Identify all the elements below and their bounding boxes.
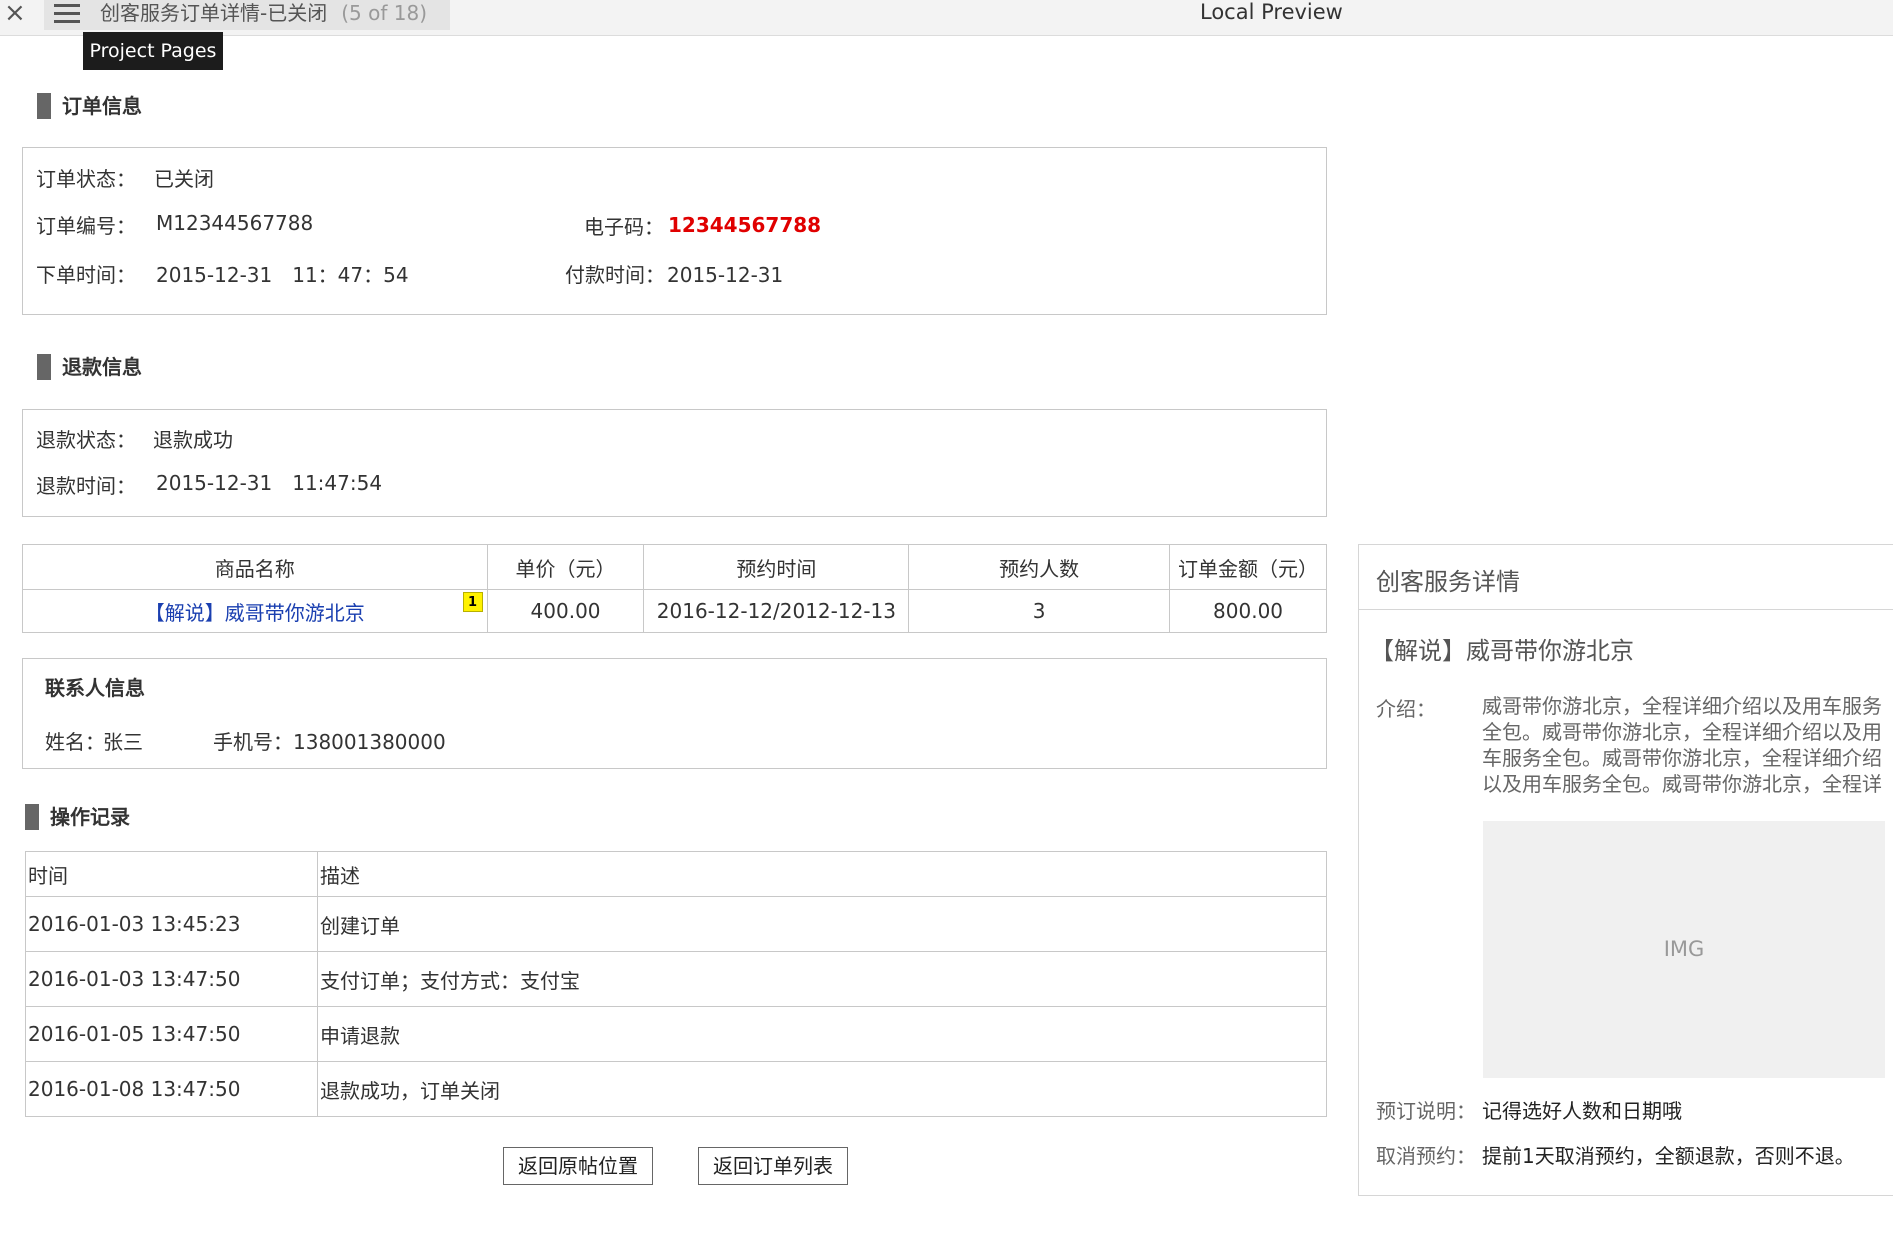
pay-time-label: 付款时间： (565, 263, 665, 287)
order-time-label: 下单时间： (36, 263, 136, 287)
order-time-value: 2015-12-31 11：47：54 (156, 263, 409, 287)
order-number-value: M12344567788 (156, 211, 314, 235)
table-row: 【解说】威哥带你游北京 1 400.00 2016-12-12/2012-12-… (22, 589, 1327, 633)
refund-status-label: 退款状态： (36, 428, 136, 452)
order-info-panel: 订单状态： 已关闭 订单编号： M12344567788 电子码： 123445… (22, 147, 1327, 315)
table-row: 2016-01-08 13:47:50 退款成功，订单关闭 (25, 1061, 1327, 1117)
ecode-value: 12344567788 (668, 213, 822, 237)
booking-note-label: 预订说明： (1376, 1099, 1476, 1123)
table-row: 2016-01-03 13:47:50 支付订单；支付方式：支付宝 (25, 951, 1327, 1007)
log-desc: 创建订单 (317, 896, 1327, 952)
col-header-count: 预约人数 (908, 544, 1171, 590)
table-header-row: 商品名称 单价（元） 预约时间 预约人数 订单金额（元） (22, 544, 1327, 590)
col-header-amount: 订单金额（元） (1169, 544, 1327, 590)
op-log-table: 时间 描述 2016-01-03 13:45:23 创建订单 2016-01-0… (25, 851, 1327, 1117)
booking-note-text: 记得选好人数和日期哦 (1482, 1099, 1682, 1123)
section-marker (37, 354, 51, 380)
page-count: (5 of 18) (341, 1, 427, 25)
op-log-heading-text: 操作记录 (50, 805, 130, 829)
intro-label: 介绍： (1376, 697, 1436, 721)
top-bar: × 创客服务订单详情-已关闭 (5 of 18) Local Preview (0, 0, 1893, 36)
refund-info-heading-text: 退款信息 (62, 355, 142, 379)
hamburger-menu-icon[interactable] (54, 4, 80, 24)
order-info-heading-text: 订单信息 (62, 94, 142, 118)
log-desc: 退款成功，订单关闭 (317, 1061, 1327, 1117)
contact-name-value: 张三 (103, 730, 143, 754)
service-detail-title: 创客服务详情 (1376, 568, 1520, 596)
page-menu-tab[interactable]: 创客服务订单详情-已关闭 (5 of 18) (44, 0, 450, 30)
pay-time-value: 2015-12-31 (667, 263, 784, 287)
log-desc: 支付订单；支付方式：支付宝 (317, 951, 1327, 1007)
op-log-heading: 操作记录 (25, 804, 225, 830)
product-name-link[interactable]: 【解说】威哥带你游北京 (145, 601, 365, 625)
col-header-time: 时间 (25, 851, 318, 897)
contact-panel: 联系人信息 姓名： 张三 手机号： 138001380000 (22, 658, 1327, 769)
table-row: 2016-01-05 13:47:50 申请退款 (25, 1006, 1327, 1062)
col-header-price: 单价（元） (486, 544, 645, 590)
product-table: 商品名称 单价（元） 预约时间 预约人数 订单金额（元） 【解说】威哥带你游北京… (22, 544, 1327, 633)
section-marker (25, 804, 39, 830)
page-title: 创客服务订单详情-已关闭 (5 of 18) (100, 0, 427, 26)
col-header-date: 预约时间 (643, 544, 910, 590)
refund-info-heading: 退款信息 (37, 354, 237, 380)
table-header-row: 时间 描述 (25, 851, 1327, 897)
project-pages-tooltip: Project Pages (83, 32, 223, 70)
log-time: 2016-01-03 13:45:23 (25, 896, 318, 952)
cancel-policy-text: 提前1天取消预约，全额退款，否则不退。 (1482, 1144, 1855, 1168)
log-time: 2016-01-05 13:47:50 (25, 1006, 318, 1062)
annotation-badge[interactable]: 1 (462, 592, 483, 612)
count-cell: 3 (908, 589, 1171, 633)
order-number-label: 订单编号： (36, 214, 136, 238)
order-info-heading: 订单信息 (37, 93, 237, 119)
log-time: 2016-01-03 13:47:50 (25, 951, 318, 1007)
product-name-cell: 【解说】威哥带你游北京 1 (22, 589, 488, 633)
log-desc: 申请退款 (317, 1006, 1327, 1062)
service-product-name: 【解说】威哥带你游北京 (1370, 637, 1634, 665)
order-status-value: 已关闭 (154, 167, 214, 191)
service-detail-panel: 创客服务详情 【解说】威哥带你游北京 介绍： 威哥带你游北京，全程详细介绍以及用… (1358, 544, 1893, 1196)
ecode-label: 电子码： (584, 215, 664, 239)
intro-text: 威哥带你游北京，全程详细介绍以及用车服务全包。威哥带你游北京，全程详细介绍以及用… (1482, 694, 1882, 796)
contact-phone-label: 手机号： (213, 730, 293, 754)
table-row: 2016-01-03 13:45:23 创建订单 (25, 896, 1327, 952)
refund-time-label: 退款时间： (36, 474, 136, 498)
log-time: 2016-01-08 13:47:50 (25, 1061, 318, 1117)
contact-name-label: 姓名： (45, 730, 105, 754)
refund-time-value: 2015-12-31 11:47:54 (156, 471, 383, 495)
section-marker (37, 93, 51, 119)
order-status-label: 订单状态： (36, 167, 136, 191)
back-to-post-button[interactable]: 返回原帖位置 (503, 1147, 653, 1185)
page-title-label: 创客服务订单详情-已关闭 (100, 1, 328, 25)
date-cell: 2016-12-12/2012-12-13 (643, 589, 910, 633)
close-icon[interactable]: × (4, 0, 26, 28)
amount-cell: 800.00 (1169, 589, 1327, 633)
refund-info-panel: 退款状态： 退款成功 退款时间： 2015-12-31 11:47:54 (22, 409, 1327, 517)
contact-phone-value: 138001380000 (293, 730, 446, 754)
product-image-placeholder: IMG (1483, 821, 1885, 1078)
contact-heading: 联系人信息 (45, 676, 145, 700)
col-header-desc: 描述 (317, 851, 1327, 897)
cancel-policy-label: 取消预约： (1376, 1144, 1476, 1168)
price-cell: 400.00 (486, 589, 645, 633)
back-to-list-button[interactable]: 返回订单列表 (698, 1147, 848, 1185)
divider (1359, 609, 1893, 610)
refund-status-value: 退款成功 (153, 428, 233, 452)
app-title: Local Preview (1200, 0, 1343, 24)
col-header-product: 商品名称 (22, 544, 488, 590)
